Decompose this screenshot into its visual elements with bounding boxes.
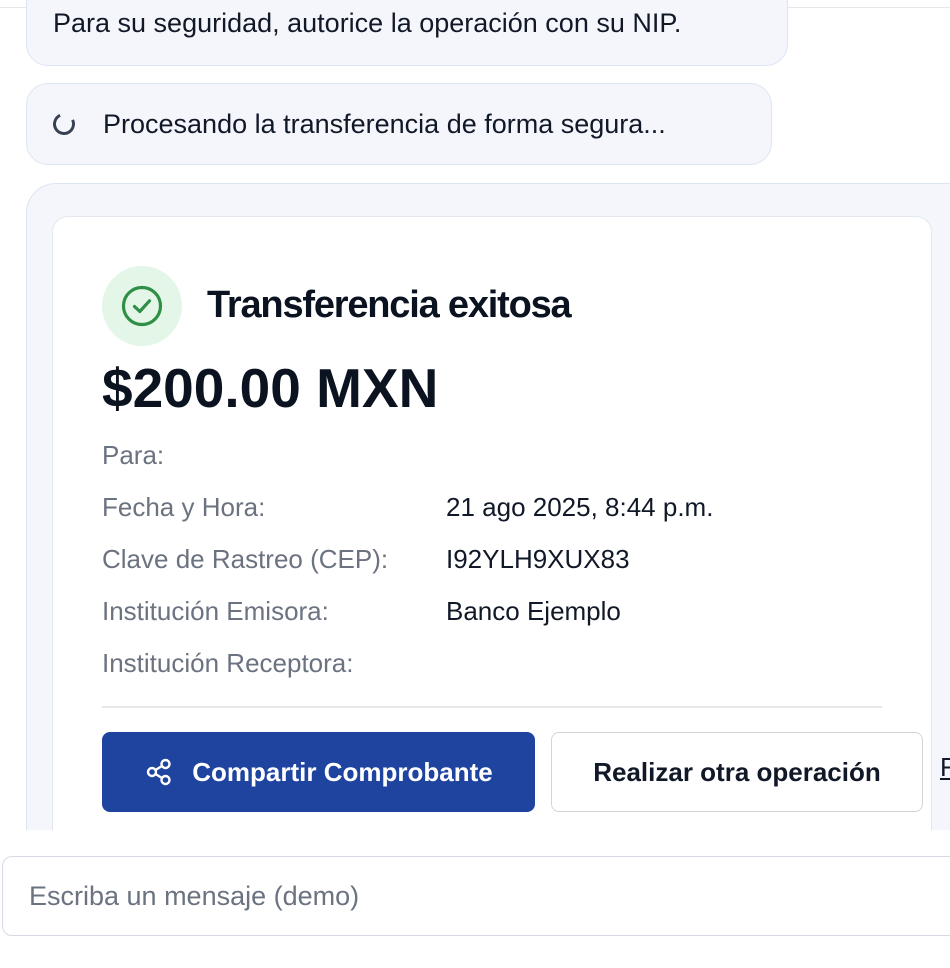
spinner-icon bbox=[49, 109, 79, 139]
chat-screen: Para su seguridad, autorice la operación… bbox=[0, 0, 950, 968]
assistant-message-processing: Procesando la transferencia de forma seg… bbox=[26, 83, 772, 165]
receipt-divider bbox=[102, 706, 882, 708]
share-icon bbox=[144, 757, 174, 787]
message-input[interactable] bbox=[2, 856, 950, 936]
transfer-amount: $200.00 MXN bbox=[102, 357, 439, 419]
detail-value-issuer: Banco Ejemplo bbox=[446, 596, 621, 626]
check-circle-icon bbox=[102, 266, 182, 346]
share-button-label: Compartir Comprobante bbox=[192, 756, 493, 787]
status-title: Transferencia exitosa bbox=[207, 284, 572, 326]
new-operation-label: Realizar otra operación bbox=[593, 756, 881, 787]
share-receipt-button[interactable]: Compartir Comprobante bbox=[102, 732, 535, 812]
detail-label-date: Fecha y Hora: bbox=[102, 492, 266, 522]
detail-value-tracking-key: I92YLH9XUX83 bbox=[446, 544, 630, 574]
new-operation-button[interactable]: Realizar otra operación bbox=[551, 732, 923, 812]
detail-label-issuer: Institución Emisora: bbox=[102, 596, 329, 626]
message-text: Procesando la transferencia de forma seg… bbox=[103, 108, 666, 139]
detail-label-receiver: Institución Receptora: bbox=[102, 648, 354, 678]
detail-label-para: Para: bbox=[102, 440, 165, 470]
message-text: Para su seguridad, autorice la operación… bbox=[53, 8, 682, 38]
assistant-message-nip: Para su seguridad, autorice la operación… bbox=[26, 0, 788, 66]
detail-label-tracking-key: Clave de Rastreo (CEP): bbox=[102, 544, 389, 574]
detail-value-date: 21 ago 2025, 8:44 p.m. bbox=[446, 492, 714, 522]
third-action-link[interactable]: F bbox=[940, 752, 950, 792]
